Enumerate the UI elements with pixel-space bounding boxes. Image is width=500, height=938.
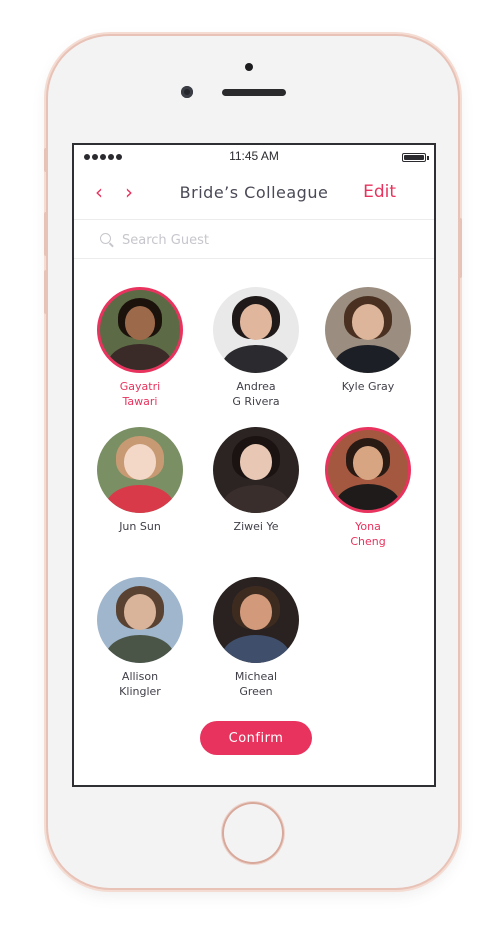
proximity-sensor [245, 63, 253, 71]
avatar [97, 577, 183, 663]
guest-grid: GayatriTawari AndreaG Rivera Kyle Gray [74, 259, 434, 729]
guest-name: Kyle Gray [341, 380, 395, 393]
status-bar: 11:45 AM [74, 145, 434, 169]
avatar [325, 287, 411, 373]
guest-item-allison-klingler[interactable]: Allison Klingler [80, 577, 200, 699]
guest-item-jun-sun[interactable]: Jun Sun [80, 427, 200, 534]
guest-name: Allison Klingler [119, 670, 161, 698]
volume-up-button[interactable] [44, 212, 48, 256]
edit-button[interactable]: Edit [363, 182, 396, 202]
confirm-button[interactable]: Confirm [200, 721, 312, 755]
guest-name: Andrea G Rivera [232, 380, 280, 408]
avatar [213, 427, 299, 513]
earpiece-speaker [222, 89, 286, 96]
avatar [213, 577, 299, 663]
nav-bar: ‹ › Bride’s Colleague Edit [74, 169, 434, 219]
guest-name: Micheal Green [234, 670, 278, 698]
power-button[interactable] [458, 218, 462, 278]
home-button[interactable] [222, 802, 284, 864]
guest-name: Ziwei Ye [233, 520, 279, 533]
guest-name: Yona Cheng [350, 520, 386, 548]
battery-icon [402, 153, 429, 162]
search-icon [100, 233, 111, 244]
avatar [97, 427, 183, 513]
guest-item-yona-cheng[interactable]: Yona Cheng [308, 427, 428, 549]
avatar [97, 287, 183, 373]
volume-down-button[interactable] [44, 270, 48, 314]
app-screen: 11:45 AM ‹ › Bride’s Colleague Edit Gaya… [72, 143, 436, 787]
front-camera [181, 86, 193, 98]
avatar [325, 427, 411, 513]
guest-item-ziwei-ye[interactable]: Ziwei Ye [196, 427, 316, 534]
guest-name: Gayatri Tawari [119, 380, 161, 408]
search-input[interactable] [120, 228, 384, 252]
guest-item-kyle-gray[interactable]: Kyle Gray [308, 287, 428, 394]
guest-item-gayatri-tawari[interactable]: Gayatri Tawari [80, 287, 200, 409]
mute-switch[interactable] [44, 148, 48, 172]
guest-item-andrea-g-rivera[interactable]: Andrea G Rivera [196, 287, 316, 409]
guest-item-micheal-green[interactable]: Micheal Green [196, 577, 316, 699]
avatar [213, 287, 299, 373]
search-bar [74, 219, 434, 259]
guest-name: Jun Sun [119, 520, 161, 533]
status-time: 11:45 AM [229, 149, 279, 163]
